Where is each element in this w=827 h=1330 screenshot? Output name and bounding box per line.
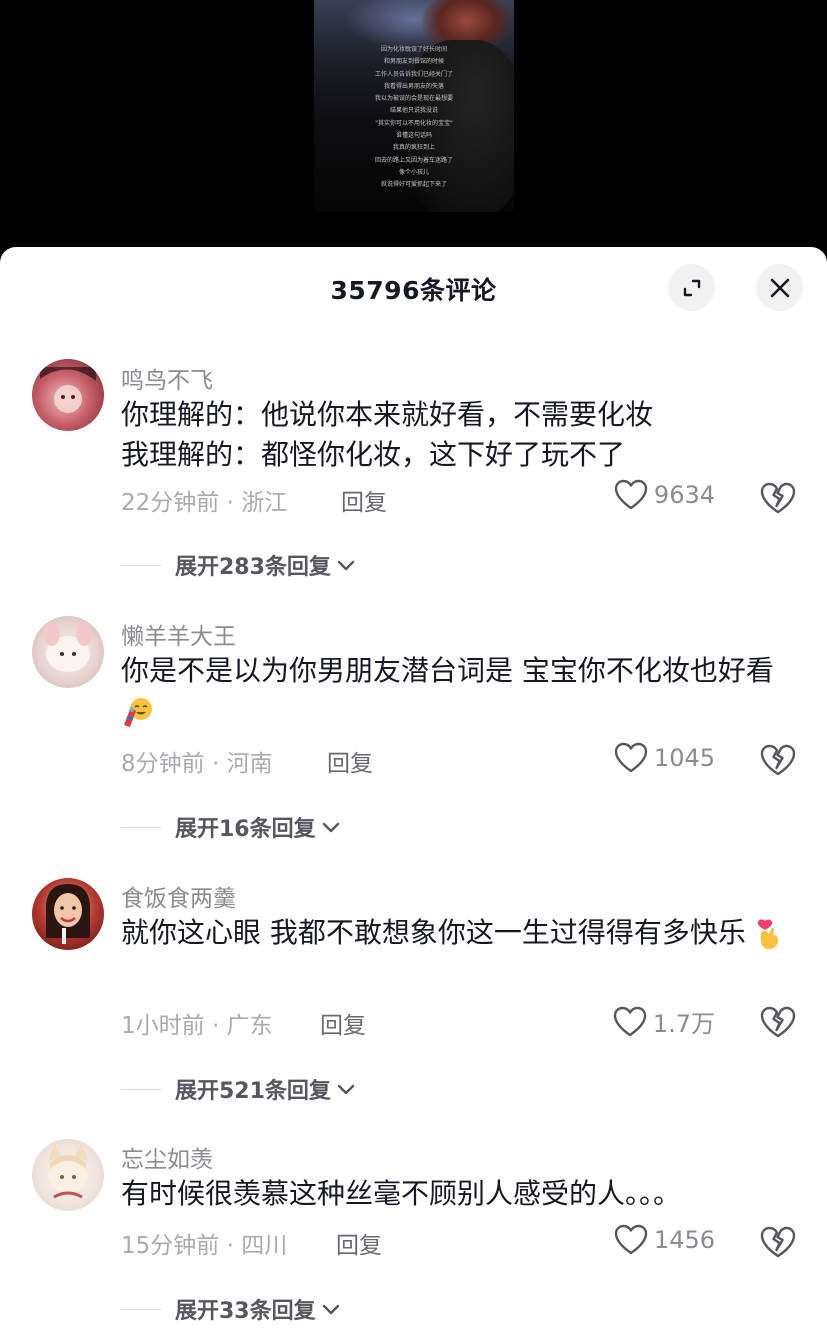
heart-icon [613,1006,647,1036]
video-frame: 因为化妆耽误了好长时间 和男朋友到餐馆的时候 工作人员告诉我们已经关门了 我看得… [314,0,514,212]
comment-meta: 8分钟前 · 河南 [121,751,273,777]
reply-button[interactable]: 回复 [341,483,387,517]
dislike-icon[interactable] [760,743,796,777]
comment-username[interactable]: 鸣鸟不飞 [121,361,213,395]
reply-button[interactable]: 回复 [327,744,373,778]
close-sheet-button[interactable] [756,264,803,311]
comment-meta: 1小时前 · 广东 [121,1013,273,1039]
dislike-icon[interactable] [760,1225,796,1259]
avatar-image [44,622,92,672]
chevron-down-icon [322,822,339,833]
video-caption-line: "其实你可以不用化妆的宝宝" [375,119,453,127]
comment-text: 你是不是以为你男朋友潜台词是 宝宝你不化妆也好看 [121,651,801,731]
comment-username[interactable]: 懒羊羊大王 [121,617,236,651]
comment-text-line: 你理解的：他说你本来就好看，不需要化妆 [121,398,654,431]
crying-laughing-emoji-icon [124,698,152,727]
video-caption-line: 和男朋友到餐馆的时候 [383,58,444,66]
video-caption-line: 结果他只说我没说 [389,107,438,115]
comment-username[interactable]: 食饭食两羹 [121,879,236,913]
expand-replies-button[interactable]: 展开33条回复 [121,1293,342,1325]
comment-username[interactable]: 忘尘如羡 [121,1140,213,1174]
heart-icon [614,1224,648,1255]
finger-heart-emoji-icon [757,919,779,950]
video-caption: 因为化妆耽误了好长时间 和男朋友到餐馆的时候 工作人员告诉我们已经关门了 我看得… [314,44,514,192]
chevron-down-icon [337,560,355,571]
divider [121,1088,161,1090]
heart-icon [614,479,648,510]
comment-text: 有时候很羡慕这种丝毫不顾别人感受的人。。。 [121,1174,801,1214]
comment-text-line: 我理解的：都怪你化妆，这下好了玩不了 [121,438,626,471]
divider [121,1308,161,1310]
like-count: 1.7万 [652,1010,715,1038]
video-caption-line: 谁懂这句话吗 [395,132,432,140]
like-count: 1045 [653,744,715,772]
dislike-icon[interactable] [760,481,796,515]
video-caption-line: 像个小孩儿 [398,168,429,176]
comment-meta: 22分钟前 · 浙江 [121,490,288,516]
video-caption-line: 我以为被误的会是现在最想要 [374,95,453,103]
avatar-image [40,367,96,413]
video-caption-line: 工作人员告诉我们已经关门了 [374,70,453,78]
heart-icon [614,742,648,773]
like-button[interactable]: 1.7万 [613,1004,715,1039]
video-caption-line: 回去的路上又因为着车迷路了 [374,156,453,164]
like-button[interactable]: 1456 [614,1224,715,1256]
dislike-icon[interactable] [760,1005,796,1039]
chevron-down-icon [322,1304,339,1315]
comment-text: 就你这心眼 我都不敢想象你这一生过得得有多快乐 [121,913,801,953]
divider [121,564,161,566]
video-caption-line: 就说得好可爱抓起下来了 [380,181,447,189]
expand-sheet-button[interactable] [668,264,715,311]
expand-replies-label: 展开16条回复 [175,817,316,842]
avatar-image [48,1143,88,1199]
reply-button[interactable]: 回复 [320,1006,366,1040]
expand-replies-label: 展开33条回复 [175,1299,316,1324]
reply-button[interactable]: 回复 [336,1226,382,1260]
avatar[interactable] [32,878,104,950]
comment-text: 你理解的：他说你本来就好看，不需要化妆 我理解的：都怪你化妆，这下好了玩不了 [121,395,801,475]
expand-icon [683,279,700,296]
avatar-image [46,884,90,944]
like-count: 1456 [653,1226,715,1254]
like-button[interactable]: 1045 [614,742,715,774]
avatar[interactable] [32,359,104,431]
like-count: 9634 [653,481,715,509]
comment-text-body: 你是不是以为你男朋友潜台词是 宝宝你不化妆也好看 [121,654,774,687]
expand-replies-label: 展开283条回复 [175,555,331,580]
close-icon [770,278,789,297]
comment-text-body: 就你这心眼 我都不敢想象你这一生过得得有多快乐 [121,916,746,949]
expand-replies-button[interactable]: 展开16条回复 [121,811,342,843]
expand-replies-button[interactable]: 展开521条回复 [121,1073,357,1105]
video-player[interactable]: 因为化妆耽误了好长时间 和男朋友到餐馆的时候 工作人员告诉我们已经关门了 我看得… [0,0,827,250]
chevron-down-icon [337,1084,355,1095]
divider [121,826,161,828]
video-caption-line: 我看得出男朋友的失落 [383,82,444,90]
video-caption-line: 我真的疯狂到上 [392,144,435,152]
avatar[interactable] [32,1139,104,1211]
expand-replies-button[interactable]: 展开283条回复 [121,549,357,581]
comment-sheet-header: 35796条评论 [0,247,827,327]
video-caption-line: 因为化妆耽误了好长时间 [380,46,447,53]
comment-text-body: 有时候很羡慕这种丝毫不顾别人感受的人。。。 [121,1177,682,1210]
comment-meta: 15分钟前 · 四川 [121,1233,288,1259]
comment-sheet: 35796条评论 鸣鸟不飞 你理解的：他说你本来就好看，不需要化妆 我理解的：都… [0,247,827,1330]
expand-replies-label: 展开521条回复 [175,1079,331,1104]
like-button[interactable]: 9634 [614,479,715,511]
avatar[interactable] [32,616,104,688]
